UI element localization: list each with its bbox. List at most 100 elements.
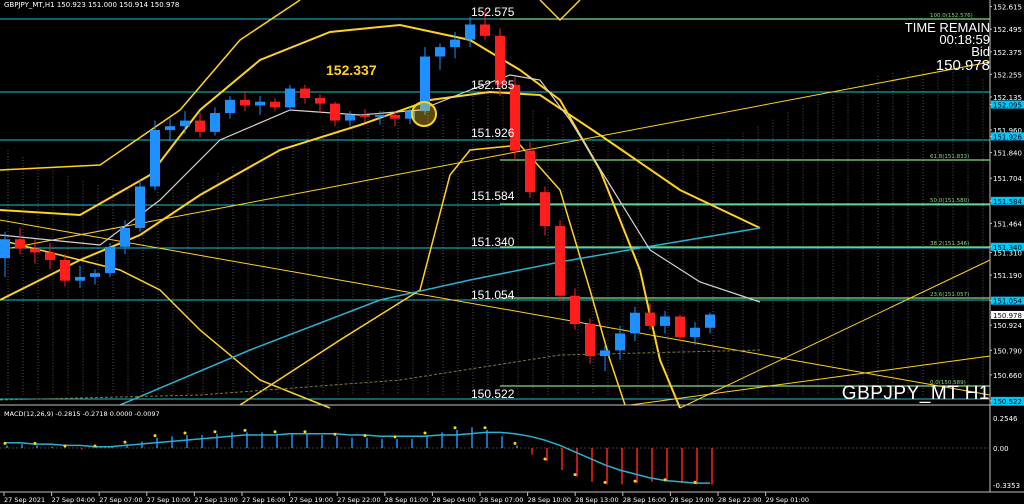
macd-dot bbox=[543, 457, 547, 461]
price-tick-label: 151.464 bbox=[993, 220, 1022, 228]
candle-body bbox=[105, 246, 115, 274]
macd-dot bbox=[243, 428, 247, 432]
macd-dot bbox=[273, 430, 277, 434]
price-tick-label: 152.615 bbox=[993, 4, 1022, 12]
candle-body bbox=[330, 103, 340, 121]
level-label-2: 152.337 bbox=[326, 62, 377, 78]
candle-body bbox=[690, 327, 700, 338]
candle-body bbox=[585, 324, 595, 357]
candle-body bbox=[465, 24, 475, 40]
macd-dot bbox=[123, 440, 127, 444]
candle-body bbox=[615, 333, 625, 351]
macd-dot bbox=[153, 434, 157, 438]
fib-label: 38.2(151.346) bbox=[930, 241, 969, 247]
price-tick-label: 151.840 bbox=[993, 150, 1022, 158]
candle-body bbox=[480, 24, 490, 36]
macd-dot bbox=[213, 430, 217, 434]
level-label-3: 152.185 bbox=[471, 78, 515, 92]
candle-body bbox=[180, 120, 190, 127]
candle-body bbox=[675, 316, 685, 338]
candle-body bbox=[0, 239, 10, 259]
price-tick-label: 150.978 bbox=[993, 312, 1022, 320]
ma-yellow-band bbox=[239, 144, 626, 406]
macd-dot bbox=[303, 430, 307, 434]
symbol-header: GBPJPY_MT,H1 150.923 151.000 150.914 150… bbox=[4, 1, 180, 9]
time-tick-label: 28 Sep 22:00 bbox=[718, 496, 761, 504]
macd-panel: 0.2546 0.00 -0.3353 bbox=[0, 415, 1020, 490]
candle-body bbox=[645, 312, 655, 326]
price-tick-label: 152.495 bbox=[993, 26, 1022, 34]
candle-body bbox=[510, 84, 520, 151]
candle-body bbox=[120, 227, 130, 247]
candle-body bbox=[600, 350, 610, 357]
time-tick-label: 28 Sep 19:00 bbox=[670, 496, 713, 504]
level-label-7: 151.054 bbox=[471, 288, 515, 302]
candle-body bbox=[90, 273, 100, 277]
time-tick-label: 28 Sep 07:00 bbox=[480, 496, 523, 504]
candle-body bbox=[315, 97, 325, 104]
time-tick-label: 27 Sep 13:00 bbox=[194, 496, 237, 504]
level-label-8: 150.522 bbox=[471, 387, 515, 401]
time-tick-label: 27 Sep 19:00 bbox=[290, 496, 333, 504]
bid-value: 150.978 bbox=[935, 57, 990, 74]
price-tick-label: 150.522 bbox=[993, 398, 1022, 406]
candle-body bbox=[540, 192, 550, 227]
candle-body bbox=[75, 276, 85, 281]
fib-label: 100.0(152.576) bbox=[930, 13, 973, 19]
macd-dot bbox=[573, 473, 577, 477]
macd-dot bbox=[483, 426, 487, 430]
candle-body bbox=[150, 129, 160, 187]
price-tick-label: 151.190 bbox=[993, 272, 1022, 280]
candle-body bbox=[345, 114, 355, 121]
macd-dot bbox=[603, 480, 607, 484]
ma-yellow-peak bbox=[539, 0, 581, 22]
candle-body bbox=[300, 88, 310, 98]
macd-signal-line bbox=[5, 431, 710, 484]
level-label-6: 151.340 bbox=[471, 235, 515, 249]
price-tick-label: 152.375 bbox=[993, 49, 1022, 57]
price-tick-label: 151.704 bbox=[993, 175, 1022, 183]
macd-dot bbox=[183, 431, 187, 435]
macd-dot bbox=[453, 426, 457, 430]
candle-body bbox=[45, 252, 55, 260]
candle-body bbox=[255, 101, 265, 106]
time-tick-label: 27 Sep 2021 bbox=[4, 496, 45, 504]
fib-label: 23.6(151.057) bbox=[930, 292, 969, 298]
macd-dot bbox=[93, 444, 97, 448]
fib-label: 50.0(151.580) bbox=[930, 198, 969, 204]
macd-dot bbox=[513, 441, 517, 445]
price-tick-label: 151.310 bbox=[993, 249, 1022, 257]
macd-dot bbox=[33, 441, 37, 445]
candle-body bbox=[570, 295, 580, 324]
candle-body bbox=[165, 126, 175, 130]
price-tick-label: 152.095 bbox=[993, 102, 1022, 110]
time-tick-label: 28 Sep 16:00 bbox=[623, 496, 666, 504]
chart-canvas[interactable]: 100.0(152.576) 61.8(151.833) 50.0(151.580)… bbox=[0, 0, 1024, 504]
candle-body bbox=[135, 186, 145, 228]
candle-body bbox=[285, 88, 295, 108]
symbol-label: GBPJPY_MT H1 bbox=[841, 383, 990, 404]
macd-tick-label: 0.2546 bbox=[993, 415, 1018, 423]
ma-dashed bbox=[0, 349, 761, 401]
time-tick-label: 27 Sep 04:00 bbox=[52, 496, 95, 504]
level-label-5: 151.584 bbox=[471, 189, 515, 203]
candle-body bbox=[210, 113, 220, 132]
macd-tick-label: 0.00 bbox=[993, 445, 1009, 453]
macd-dot bbox=[333, 432, 337, 436]
price-tick-label: 151.926 bbox=[993, 133, 1022, 141]
candle-body bbox=[705, 314, 715, 328]
candle-body bbox=[660, 316, 670, 326]
time-tick-label: 29 Sep 01:00 bbox=[766, 496, 809, 504]
macd-header: MACD(12,26,9) -0.2815 -0.2718 0.0000 -0.… bbox=[4, 410, 160, 418]
time-tick-label: 28 Sep 01:00 bbox=[385, 496, 428, 504]
candle-body bbox=[555, 226, 565, 296]
macd-dot bbox=[633, 479, 637, 483]
price-tick-label: 151.054 bbox=[993, 298, 1022, 306]
time-tick-label: 27 Sep 10:00 bbox=[147, 496, 190, 504]
candle-body bbox=[375, 114, 385, 117]
candle-body bbox=[525, 150, 535, 193]
candle-body bbox=[195, 120, 205, 132]
candle-body bbox=[450, 39, 460, 48]
price-tick-label: 151.584 bbox=[993, 198, 1022, 206]
time-tick-label: 27 Sep 07:00 bbox=[99, 496, 142, 504]
